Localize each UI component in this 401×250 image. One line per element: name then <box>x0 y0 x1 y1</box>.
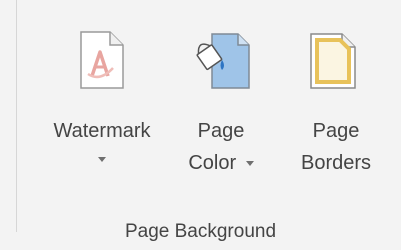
group-label: Page Background <box>124 221 277 242</box>
watermark-button[interactable]: Watermark <box>38 18 166 198</box>
watermark-dropdown[interactable] <box>38 154 166 166</box>
page-color-label-line2: Color <box>170 148 272 178</box>
page-borders-icon <box>308 30 358 97</box>
page-borders-label-line2: Borders <box>300 152 372 174</box>
watermark-label: Watermark <box>53 120 151 142</box>
page-borders-button[interactable]: Page Borders <box>282 18 390 198</box>
chevron-down-icon[interactable] <box>245 161 254 167</box>
page-color-button[interactable]: Page Color <box>170 18 272 198</box>
chevron-down-icon <box>98 157 106 163</box>
watermark-icon <box>78 30 126 95</box>
page-background-group: Watermark Page Color Page Borders Page B… <box>0 0 401 250</box>
page-color-label-line1: Page <box>197 120 245 142</box>
group-separator <box>16 0 17 232</box>
page-color-label-line2-text: Color <box>188 152 237 174</box>
page-color-icon <box>192 30 252 97</box>
page-borders-label-line1: Page <box>312 120 360 142</box>
